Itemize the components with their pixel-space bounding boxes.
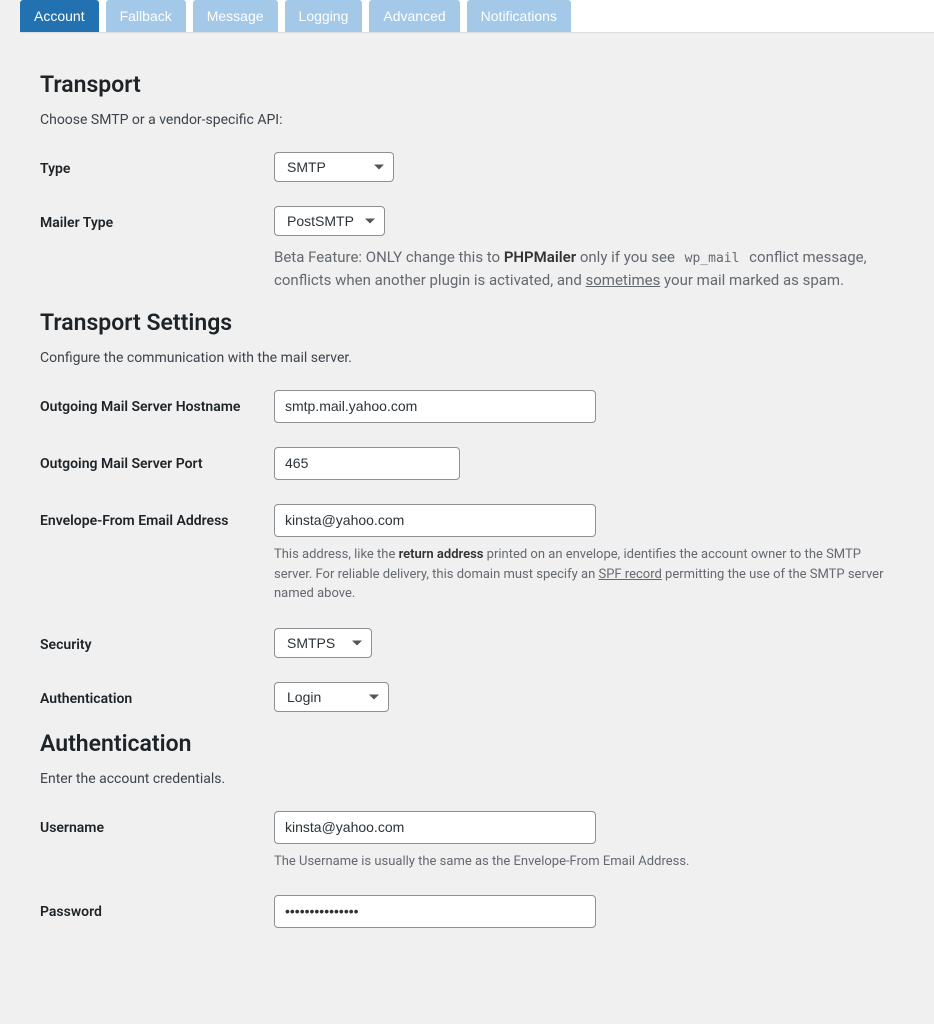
transport-settings-heading: Transport Settings [40, 309, 894, 336]
security-select[interactable]: SMTPS [274, 628, 372, 658]
tab-advanced[interactable]: Advanced [369, 0, 459, 32]
type-select[interactable]: SMTP [274, 152, 394, 182]
auth-row: Authentication Login [40, 682, 894, 712]
hostname-row: Outgoing Mail Server Hostname [40, 390, 894, 423]
envelope-help-text: This address, like the return address pr… [274, 545, 894, 604]
username-label: Username [40, 811, 274, 837]
hostname-input[interactable] [274, 390, 596, 423]
password-row: Password [40, 895, 894, 928]
tab-logging[interactable]: Logging [285, 0, 363, 32]
authentication-heading: Authentication [40, 730, 894, 757]
port-row: Outgoing Mail Server Port [40, 447, 894, 480]
password-input[interactable] [274, 895, 596, 928]
content-area: Transport Choose SMTP or a vendor-specif… [0, 33, 934, 976]
tabs-bar: Account Fallback Message Logging Advance… [20, 0, 934, 33]
username-help-text: The Username is usually the same as the … [274, 852, 894, 872]
mailer-help-text: Beta Feature: ONLY change this to PHPMai… [274, 246, 894, 291]
tab-notifications[interactable]: Notifications [467, 0, 571, 32]
port-label: Outgoing Mail Server Port [40, 447, 274, 473]
security-row: Security SMTPS [40, 628, 894, 658]
password-label: Password [40, 895, 274, 921]
hostname-label: Outgoing Mail Server Hostname [40, 390, 274, 416]
transport-description: Choose SMTP or a vendor-specific API: [40, 112, 894, 128]
auth-label: Authentication [40, 682, 274, 708]
sometimes-link[interactable]: sometimes [586, 271, 661, 289]
tab-message[interactable]: Message [193, 0, 278, 32]
username-row: Username The Username is usually the sam… [40, 811, 894, 872]
envelope-row: Envelope-From Email Address This address… [40, 504, 894, 604]
spf-record-link[interactable]: SPF record [598, 567, 661, 582]
transport-heading: Transport [40, 71, 894, 98]
tab-fallback[interactable]: Fallback [106, 0, 186, 32]
authentication-description: Enter the account credentials. [40, 771, 894, 787]
type-row: Type SMTP [40, 152, 894, 182]
security-label: Security [40, 628, 274, 654]
port-input[interactable] [274, 447, 460, 480]
type-label: Type [40, 152, 274, 178]
auth-select[interactable]: Login [274, 682, 389, 712]
envelope-input[interactable] [274, 504, 596, 537]
mailer-select[interactable]: PostSMTP [274, 206, 385, 236]
username-input[interactable] [274, 811, 596, 844]
tab-account[interactable]: Account [20, 0, 99, 32]
transport-settings-description: Configure the communication with the mai… [40, 350, 894, 366]
mailer-row: Mailer Type PostSMTP Beta Feature: ONLY … [40, 206, 894, 291]
envelope-label: Envelope-From Email Address [40, 504, 274, 530]
mailer-label: Mailer Type [40, 206, 274, 232]
